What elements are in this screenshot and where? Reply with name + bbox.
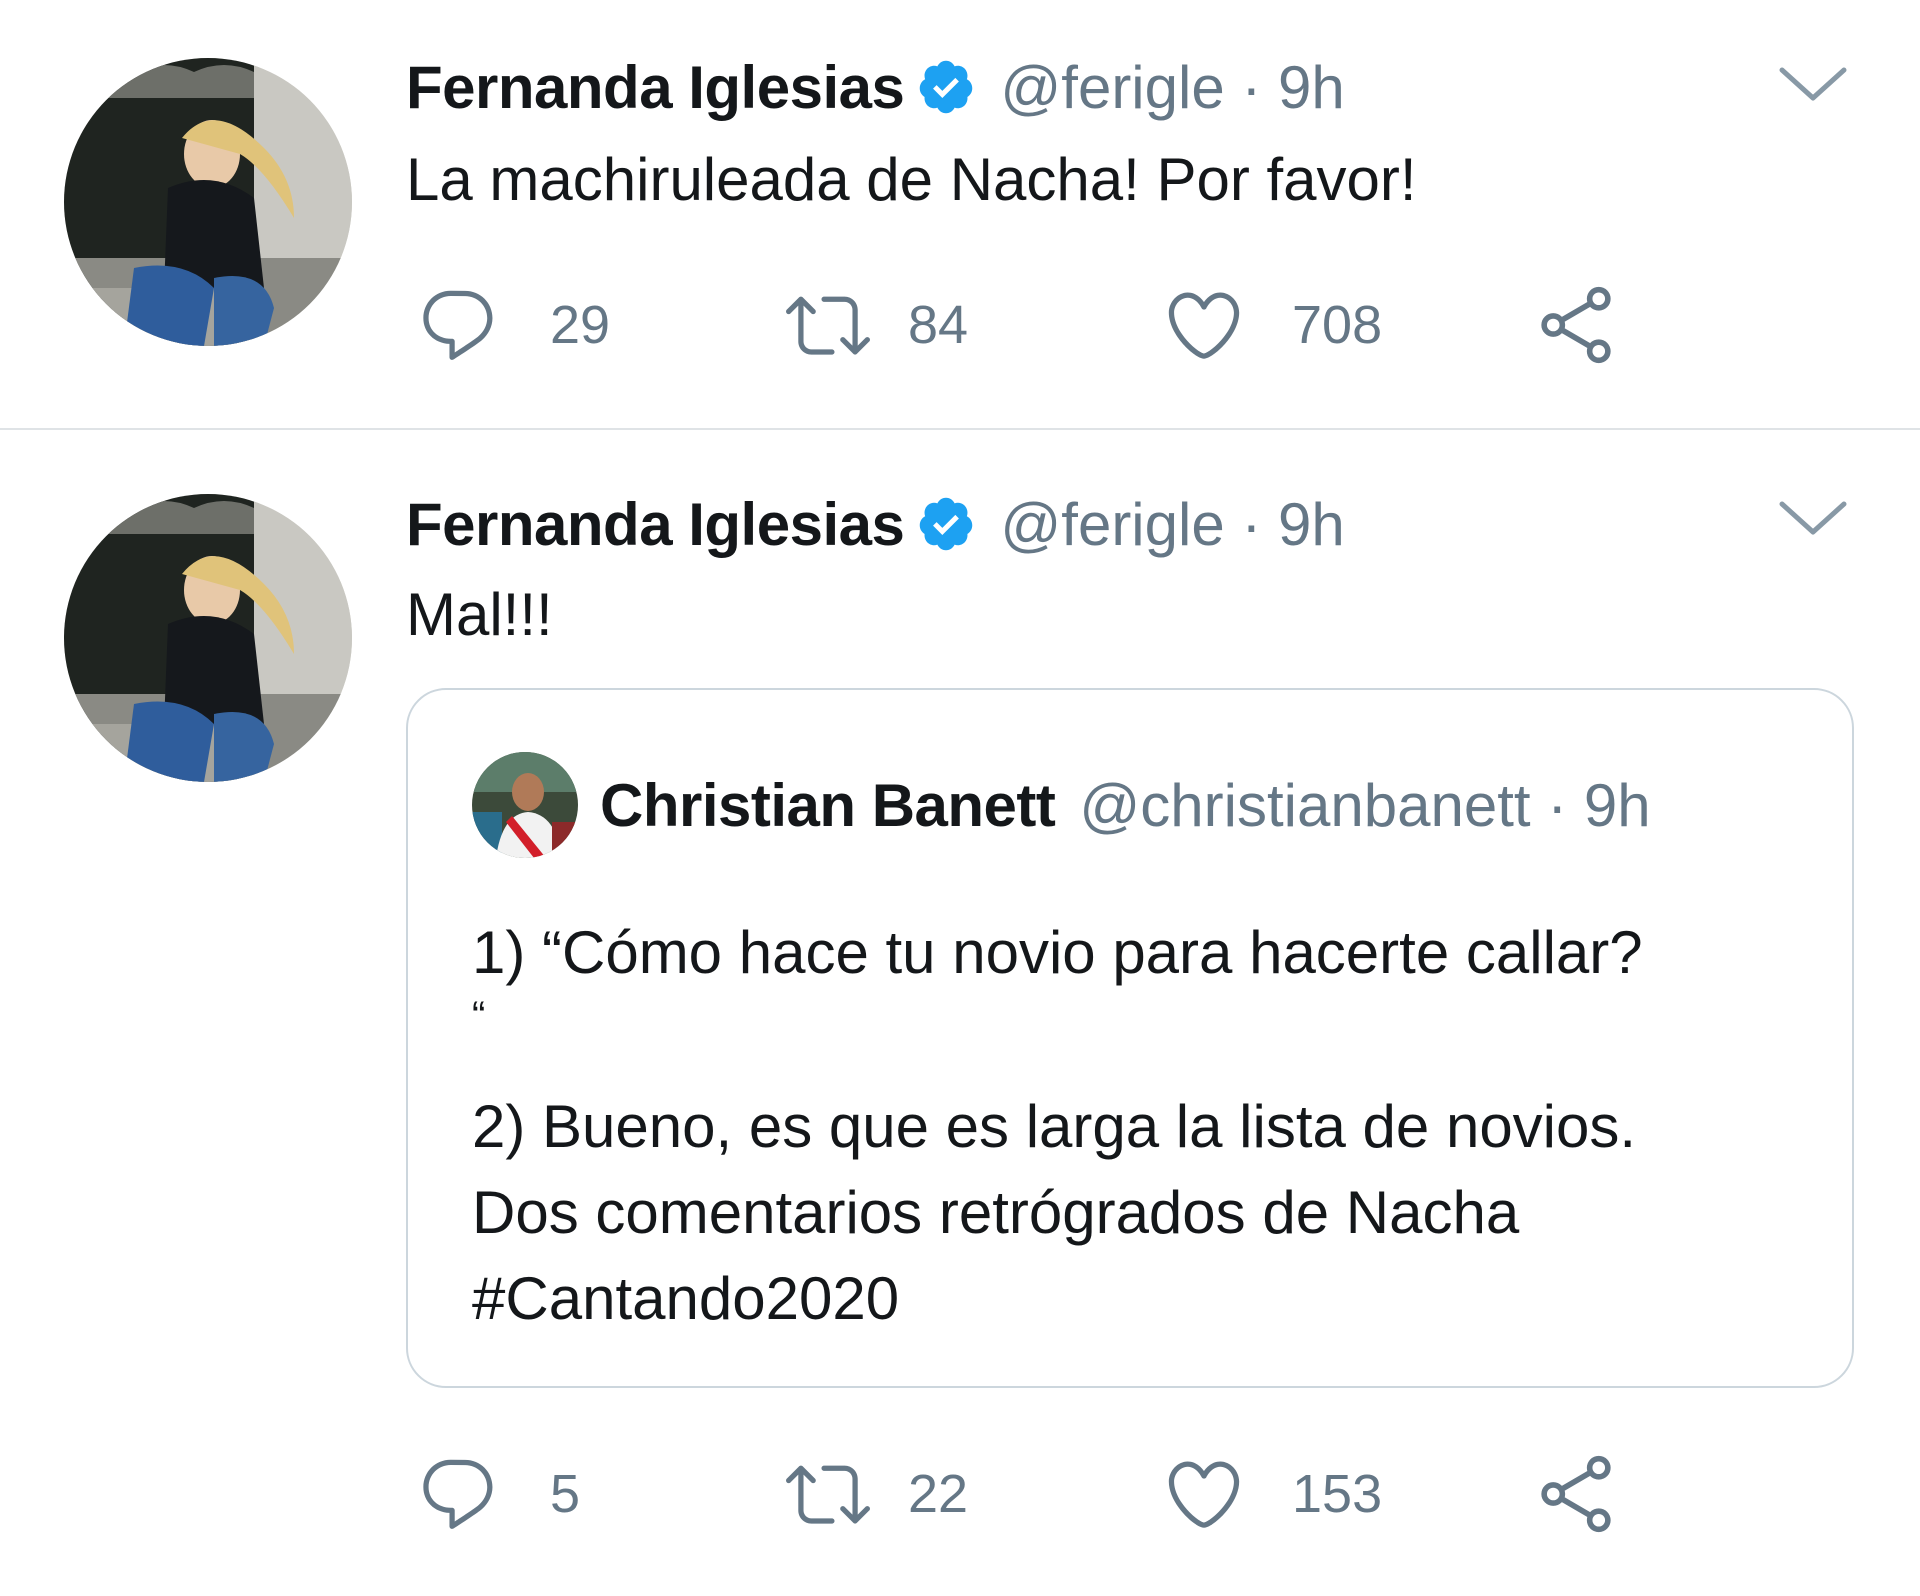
hashtag-link[interactable]: #Cantando2020 bbox=[472, 1256, 1832, 1342]
retweet-icon bbox=[786, 283, 870, 367]
quoted-text: 1) “Cómo hace tu novio para hacerte call… bbox=[472, 910, 1832, 1342]
share-icon bbox=[1534, 1452, 1618, 1536]
retweet-icon bbox=[786, 1452, 870, 1536]
quoted-timestamp: 9h bbox=[1583, 771, 1651, 839]
author-name[interactable]: Fernanda Iglesias bbox=[406, 53, 905, 122]
tweet-divider bbox=[0, 428, 1920, 430]
retweet-count: 84 bbox=[908, 295, 969, 355]
chevron-down-icon[interactable] bbox=[1778, 64, 1848, 104]
like-count: 153 bbox=[1292, 1464, 1383, 1524]
reply-icon bbox=[416, 283, 500, 367]
quoted-text-line: Dos comentarios retrógrados de Nacha bbox=[472, 1179, 1520, 1246]
quoted-header: Christian Banett @christianbanett · 9h bbox=[600, 770, 1651, 840]
author-handle[interactable]: @ferigle bbox=[1000, 490, 1224, 559]
reply-icon bbox=[416, 1452, 500, 1536]
tweet-actions: 29 84 708 bbox=[406, 280, 1676, 370]
tweet[interactable]: Fernanda Iglesias @ferigle · 9h La machi… bbox=[0, 0, 1920, 430]
avatar[interactable] bbox=[64, 58, 352, 346]
share-button[interactable] bbox=[1534, 1449, 1618, 1539]
retweet-button[interactable]: 22 bbox=[786, 1449, 968, 1539]
reply-count: 29 bbox=[550, 295, 611, 355]
quoted-avatar[interactable] bbox=[472, 752, 578, 858]
reply-count: 5 bbox=[550, 1464, 581, 1524]
tweet-header: Fernanda Iglesias @ferigle · 9h bbox=[406, 489, 1345, 559]
tweet[interactable]: Fernanda Iglesias @ferigle · 9h Mal!!! C… bbox=[0, 432, 1920, 1596]
verified-badge-icon bbox=[916, 494, 976, 554]
timestamp[interactable]: 9h bbox=[1278, 53, 1345, 122]
quoted-author-name[interactable]: Christian Banett bbox=[600, 771, 1056, 840]
reply-button[interactable]: 5 bbox=[416, 1449, 580, 1539]
verified-badge-icon bbox=[916, 57, 976, 117]
tweet-text: La machiruleada de Nacha! Por favor! bbox=[406, 146, 1417, 213]
like-icon bbox=[1162, 1452, 1246, 1536]
quoted-text-line: “ bbox=[472, 994, 486, 1038]
tweet-actions: 5 22 153 bbox=[406, 1449, 1676, 1539]
like-button[interactable]: 153 bbox=[1162, 1449, 1382, 1539]
quoted-text-line: 1) “Cómo hace tu novio para hacerte call… bbox=[472, 919, 1643, 986]
like-button[interactable]: 708 bbox=[1162, 280, 1382, 370]
tweet-header: Fernanda Iglesias @ferigle · 9h bbox=[406, 52, 1345, 122]
like-icon bbox=[1162, 283, 1246, 367]
quoted-text-line: 2) Bueno, es que es larga la lista de no… bbox=[472, 1093, 1637, 1160]
retweet-count: 22 bbox=[908, 1464, 969, 1524]
quoted-author-handle[interactable]: @christianbanett bbox=[1079, 771, 1530, 840]
reply-button[interactable]: 29 bbox=[416, 280, 610, 370]
quoted-tweet[interactable]: Christian Banett @christianbanett · 9h 1… bbox=[406, 688, 1854, 1388]
tweet-text: Mal!!! bbox=[406, 581, 553, 648]
share-button[interactable] bbox=[1534, 280, 1618, 370]
author-name[interactable]: Fernanda Iglesias bbox=[406, 490, 905, 559]
timestamp[interactable]: 9h bbox=[1278, 490, 1345, 559]
like-count: 708 bbox=[1292, 295, 1383, 355]
retweet-button[interactable]: 84 bbox=[786, 280, 968, 370]
avatar[interactable] bbox=[64, 494, 352, 782]
share-icon bbox=[1534, 283, 1618, 367]
author-handle[interactable]: @ferigle bbox=[1000, 53, 1224, 122]
separator-dot: · bbox=[1530, 771, 1584, 839]
chevron-down-icon[interactable] bbox=[1778, 498, 1848, 538]
separator-dot: · bbox=[1224, 490, 1279, 558]
separator-dot: · bbox=[1224, 53, 1279, 121]
